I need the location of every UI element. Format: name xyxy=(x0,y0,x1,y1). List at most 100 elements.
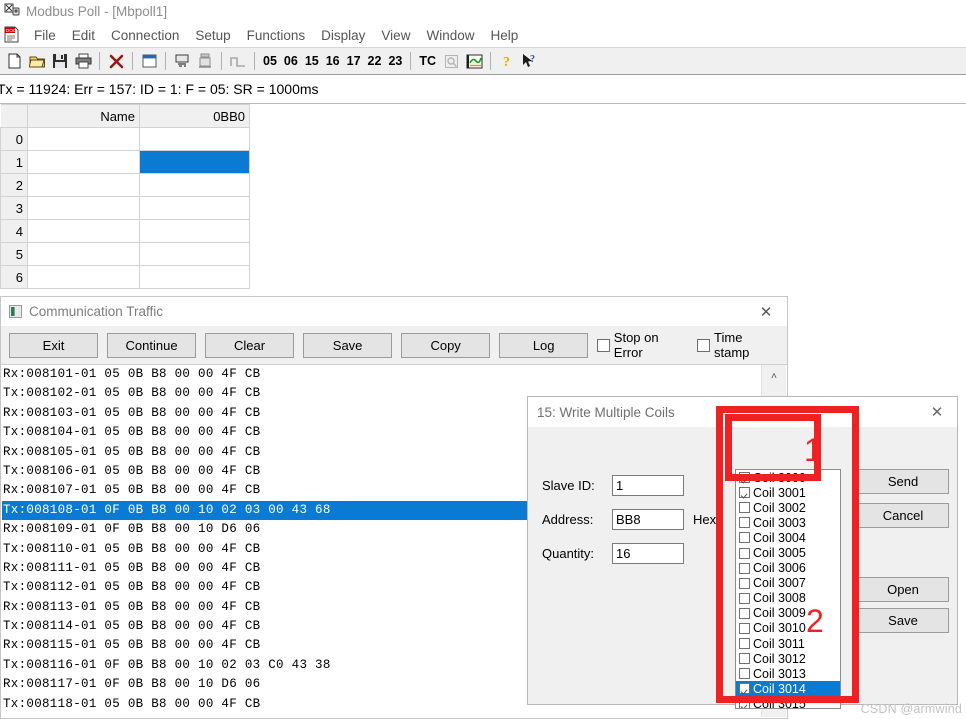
cell-name-2[interactable] xyxy=(27,173,140,197)
print-icon[interactable] xyxy=(72,50,94,72)
cancel-button[interactable]: Cancel xyxy=(857,503,949,528)
log-button[interactable]: Log xyxy=(499,332,589,358)
log-line: Rx:008101-01 05 0B B8 00 00 4F CB xyxy=(3,367,261,381)
menu-item-view[interactable]: View xyxy=(373,26,418,45)
row-header-4[interactable]: 4 xyxy=(0,219,28,243)
column-header-0bb0[interactable]: 0BB0 xyxy=(139,104,250,128)
function-code-17[interactable]: 17 xyxy=(344,54,364,68)
row-header-3[interactable]: 3 xyxy=(0,196,28,220)
copy-button[interactable]: Copy xyxy=(401,332,491,358)
cell-value-1[interactable] xyxy=(139,150,250,174)
svg-text:DOC: DOC xyxy=(6,28,17,33)
pulse-icon[interactable] xyxy=(227,50,249,72)
row-header-1[interactable]: 1 xyxy=(0,150,28,174)
send-button[interactable]: Send xyxy=(857,469,949,494)
context-help-icon[interactable]: ? xyxy=(519,50,541,72)
menu-item-connection[interactable]: Connection xyxy=(103,26,187,45)
menu-item-edit[interactable]: Edit xyxy=(64,26,103,45)
cell-name-6[interactable] xyxy=(27,265,140,289)
address-field-group: Address: Hex xyxy=(542,509,716,530)
menu-bar: DOC File Edit Connection Setup Functions… xyxy=(0,23,966,47)
table-row[interactable]: 4 xyxy=(0,219,250,243)
window-icon[interactable] xyxy=(138,50,160,72)
column-header-name[interactable]: Name xyxy=(27,104,140,128)
clone-icon[interactable] xyxy=(194,50,216,72)
stop-on-error-checkbox[interactable]: Stop on Error xyxy=(597,330,688,360)
table-row[interactable]: 2 xyxy=(0,173,250,197)
slave-id-input[interactable] xyxy=(612,475,684,496)
table-row[interactable]: 1 xyxy=(0,150,250,174)
menu-item-functions[interactable]: Functions xyxy=(239,26,314,45)
cell-name-3[interactable] xyxy=(27,196,140,220)
cell-value-4[interactable] xyxy=(139,219,250,243)
row-header-0[interactable]: 0 xyxy=(0,127,28,151)
cell-value-3[interactable] xyxy=(139,196,250,220)
function-code-16[interactable]: 16 xyxy=(323,54,343,68)
cell-value-6[interactable] xyxy=(139,265,250,289)
save-disk-icon[interactable] xyxy=(49,50,71,72)
quantity-field-group: Quantity: xyxy=(542,543,684,564)
exit-button[interactable]: Exit xyxy=(9,332,99,358)
new-file-icon[interactable] xyxy=(3,50,25,72)
menu-item-file[interactable]: File xyxy=(26,26,64,45)
cell-name-1[interactable] xyxy=(27,150,140,174)
save-button[interactable]: Save xyxy=(857,608,949,633)
stop-on-error-box[interactable] xyxy=(597,338,610,352)
table-row[interactable]: 5 xyxy=(0,242,250,266)
traffic-toolbar: Exit Continue Clear Save Copy Log Stop o… xyxy=(1,326,787,365)
twido-icon[interactable] xyxy=(440,50,462,72)
row-header-6[interactable]: 6 xyxy=(0,265,28,289)
traffic-title-bar: Communication Traffic ✕ xyxy=(1,297,787,326)
slave-id-label: Slave ID: xyxy=(542,478,595,493)
function-code-06[interactable]: 06 xyxy=(281,54,301,68)
menu-item-window[interactable]: Window xyxy=(418,26,482,45)
tc-button[interactable]: TC xyxy=(416,54,439,68)
menu-item-help[interactable]: Help xyxy=(482,26,526,45)
clear-button[interactable]: Clear xyxy=(205,332,295,358)
time-stamp-box[interactable] xyxy=(697,338,711,352)
help-icon[interactable]: ? xyxy=(496,50,518,72)
save-button[interactable]: Save xyxy=(303,332,393,358)
function-code-05[interactable]: 05 xyxy=(260,54,280,68)
delete-x-icon[interactable] xyxy=(105,50,127,72)
function-code-22[interactable]: 22 xyxy=(365,54,385,68)
cell-value-5[interactable] xyxy=(139,242,250,266)
read-write-def-icon[interactable] xyxy=(171,50,193,72)
dialog-close-button[interactable]: ✕ xyxy=(917,398,957,427)
table-header-row: Name 0BB0 xyxy=(0,104,250,128)
scroll-up-arrow-icon[interactable]: ˄ xyxy=(762,365,786,387)
watermark: CSDN @armwind xyxy=(860,702,962,716)
menu-item-setup[interactable]: Setup xyxy=(187,26,238,45)
svg-text:?: ? xyxy=(530,54,535,65)
open-folder-icon[interactable] xyxy=(26,50,48,72)
traffic-close-button[interactable]: ✕ xyxy=(745,298,787,326)
row-header-5[interactable]: 5 xyxy=(0,242,28,266)
address-input[interactable] xyxy=(612,509,684,530)
log-line: Rx:008119-01 05 0B B8 00 00 4F CB xyxy=(2,714,762,717)
table-row[interactable]: 0 xyxy=(0,127,250,151)
function-code-23[interactable]: 23 xyxy=(385,54,405,68)
svg-text:?: ? xyxy=(503,55,510,69)
toolbar-separator xyxy=(165,52,166,70)
quantity-input[interactable] xyxy=(612,543,684,564)
cell-name-5[interactable] xyxy=(27,242,140,266)
continue-button[interactable]: Continue xyxy=(107,332,197,358)
window-title: Modbus Poll - [Mbpoll1] xyxy=(26,3,168,19)
status-text: Tx = 11924: Err = 157: ID = 1: F = 05: S… xyxy=(0,81,319,97)
annotation-number-2: 2 xyxy=(806,603,824,639)
table-row[interactable]: 6 xyxy=(0,265,250,289)
dialog-title: 15: Write Multiple Coils xyxy=(537,404,675,420)
row-header-2[interactable]: 2 xyxy=(0,173,28,197)
cell-value-2[interactable] xyxy=(139,173,250,197)
function-code-15[interactable]: 15 xyxy=(302,54,322,68)
table-row[interactable]: 3 xyxy=(0,196,250,220)
cell-name-4[interactable] xyxy=(27,219,140,243)
quantity-label: Quantity: xyxy=(542,546,595,561)
cell-value-0[interactable] xyxy=(139,127,250,151)
log-line-selected[interactable]: Tx:008108-01 0F 0B B8 00 10 02 03 00 43 … xyxy=(2,500,533,521)
chart-icon[interactable] xyxy=(463,50,485,72)
open-button[interactable]: Open xyxy=(857,577,949,602)
time-stamp-checkbox[interactable]: Time stamp xyxy=(697,330,779,360)
menu-item-display[interactable]: Display xyxy=(313,26,373,45)
cell-name-0[interactable] xyxy=(27,127,140,151)
